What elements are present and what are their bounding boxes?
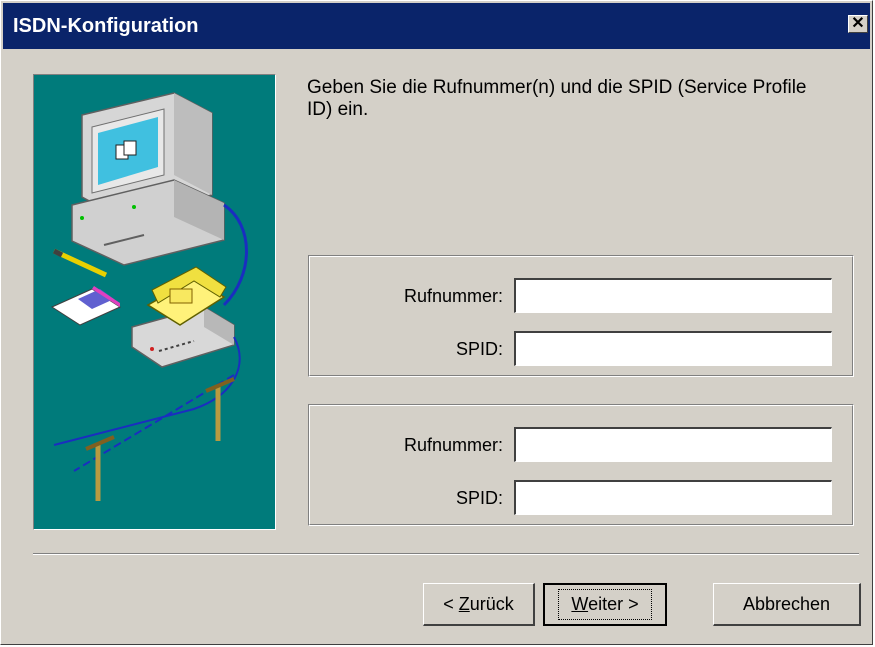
isdn-number-group-2: Rufnummer: SPID: bbox=[308, 404, 854, 526]
cancel-button[interactable]: Abbrechen bbox=[713, 583, 861, 626]
isdn-number-group-1: Rufnummer: SPID: bbox=[308, 255, 854, 377]
wizard-illustration bbox=[33, 74, 276, 530]
back-button[interactable]: < Zurück bbox=[423, 583, 535, 626]
next-button-label: Weiter > bbox=[558, 589, 652, 620]
computer-phone-illustration bbox=[50, 92, 248, 501]
instruction-text: Geben Sie die Rufnummer(n) und die SPID … bbox=[307, 77, 807, 120]
isdn-config-dialog: ISDN-Konfiguration ✕ Geben Sie die Rufnu… bbox=[0, 0, 873, 645]
spid-input-2[interactable] bbox=[514, 480, 832, 515]
number-input-1[interactable] bbox=[514, 278, 832, 313]
button-separator bbox=[33, 553, 859, 555]
spid-label-1: SPID: bbox=[455, 339, 503, 359]
number-label-2: Rufnummer: bbox=[403, 435, 503, 455]
spid-label-2: SPID: bbox=[455, 488, 503, 508]
title-bar[interactable]: ISDN-Konfiguration ✕ bbox=[3, 3, 870, 49]
back-button-label: < Zurück bbox=[443, 593, 514, 614]
close-icon: ✕ bbox=[851, 15, 865, 32]
next-button[interactable]: Weiter > bbox=[543, 583, 667, 626]
number-input-2[interactable] bbox=[514, 427, 832, 462]
window-title: ISDN-Konfiguration bbox=[13, 15, 199, 37]
number-label-1: Rufnummer: bbox=[403, 286, 503, 306]
spid-input-1[interactable] bbox=[514, 331, 832, 366]
close-button[interactable]: ✕ bbox=[848, 15, 868, 33]
